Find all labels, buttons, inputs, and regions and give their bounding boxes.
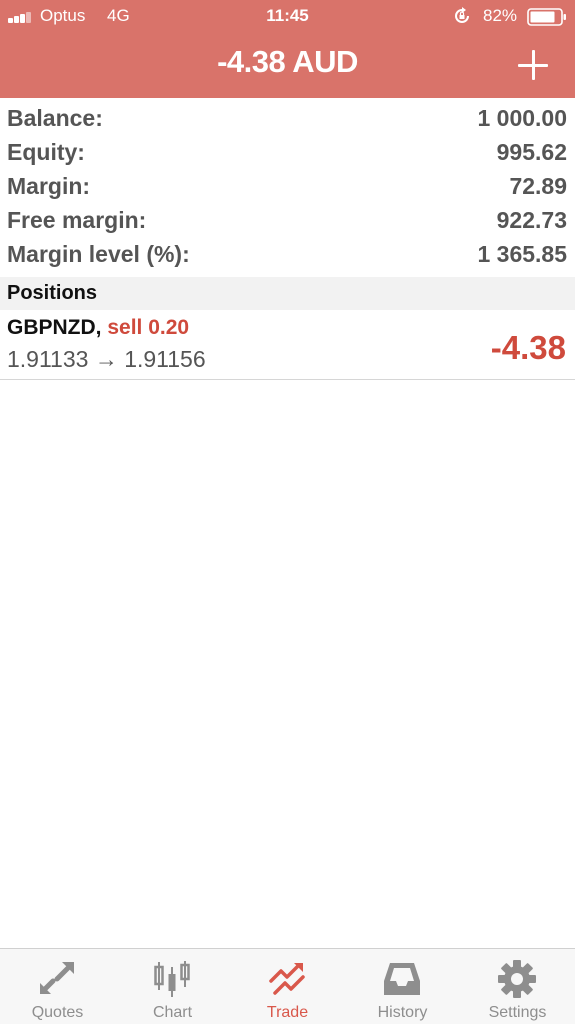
floating-profit-title: -4.38 AUD <box>217 44 358 79</box>
tab-settings[interactable]: Settings <box>460 949 575 1024</box>
tab-label: History <box>377 1004 428 1021</box>
summary-row-margin-level: Margin level (%): 1 365.85 <box>0 236 575 270</box>
summary-row-balance: Balance: 1 000.00 <box>0 100 575 134</box>
position-side-volume: sell 0.20 <box>107 316 190 339</box>
position-profit: -4.38 <box>490 329 566 366</box>
orientation-lock-icon <box>455 7 469 23</box>
position-separator: , <box>95 316 102 339</box>
positions-heading: Positions <box>7 282 98 304</box>
position-symbol: GBPNZD <box>7 316 96 339</box>
tab-quotes[interactable]: Quotes <box>0 949 115 1024</box>
summary-row-free-margin: Free margin: 922.73 <box>0 202 575 236</box>
summary-label: Margin: <box>7 173 91 199</box>
tab-label: Chart <box>152 1004 193 1021</box>
summary-label: Margin level (%): <box>7 241 190 267</box>
tab-history[interactable]: History <box>345 949 460 1024</box>
positions-section-header: Positions <box>0 277 575 310</box>
summary-value: 72.89 <box>509 173 567 199</box>
summary-value: 922.73 <box>496 207 567 233</box>
status-bar: Optus 4G 11:45 82% <box>0 0 575 32</box>
gear-icon <box>498 960 536 998</box>
tab-bar: Quotes Chart Trade History Settings <box>0 948 575 1024</box>
summary-value: 995.62 <box>496 139 567 165</box>
tab-trade[interactable]: Trade <box>230 949 345 1024</box>
quotes-arrows-icon <box>40 962 74 994</box>
summary-value: 1 365.85 <box>477 241 567 267</box>
summary-label: Balance: <box>7 105 103 131</box>
tab-chart[interactable]: Chart <box>115 949 230 1024</box>
tab-label: Settings <box>488 1004 547 1021</box>
candlestick-chart-icon <box>154 961 190 997</box>
app-header: Optus 4G 11:45 82% -4.38 AUD <box>0 0 575 98</box>
tab-label: Trade <box>266 1004 309 1021</box>
summary-row-equity: Equity: 995.62 <box>0 134 575 168</box>
summary-label: Free margin: <box>7 207 147 233</box>
add-order-button[interactable] <box>514 46 552 84</box>
inbox-tray-icon <box>384 963 420 995</box>
position-row[interactable]: GBPNZD, sell 0.20 1.91133 → 1.91156 -4.3… <box>0 310 575 380</box>
position-title: GBPNZD, sell 0.20 <box>7 316 189 340</box>
battery-icon <box>527 8 566 26</box>
account-summary: Balance: 1 000.00 Equity: 995.62 Margin:… <box>0 100 575 270</box>
battery-percent: 82% <box>483 6 518 25</box>
summary-row-margin: Margin: 72.89 <box>0 168 575 202</box>
trade-trend-icon <box>269 963 305 995</box>
position-prices: 1.91133 → 1.91156 <box>7 346 206 372</box>
tab-label: Quotes <box>31 1004 84 1021</box>
summary-value: 1 000.00 <box>477 105 567 131</box>
summary-label: Equity: <box>7 139 85 165</box>
